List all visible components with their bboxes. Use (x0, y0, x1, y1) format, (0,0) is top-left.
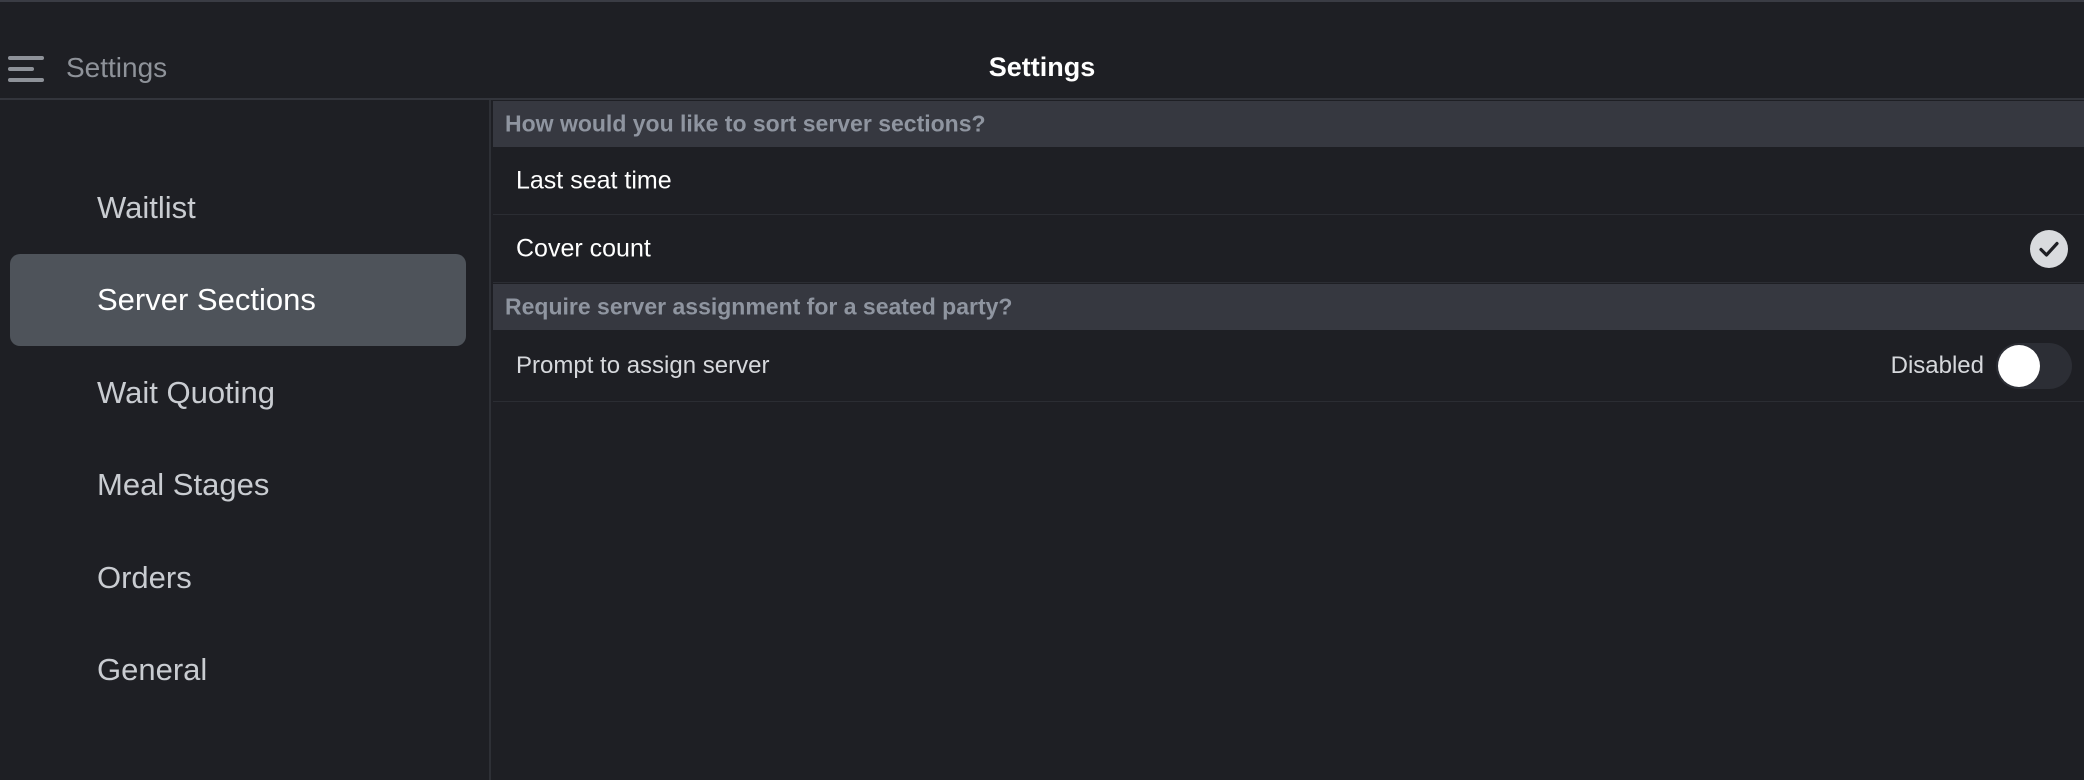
toggle-status-text: Disabled (1890, 351, 1984, 379)
sidebar-item-meal-stages[interactable]: Meal Stages (10, 439, 466, 531)
sort-section-header: How would you like to sort server sectio… (493, 101, 2084, 147)
sidebar-item-label: Orders (97, 560, 192, 595)
option-label: Last seat time (516, 166, 672, 194)
app-window: Settings Settings Waitlist Server Sectio… (0, 0, 2084, 780)
sidebar-item-waitlist[interactable]: Waitlist (10, 162, 466, 254)
sidebar-item-server-sections[interactable]: Server Sections (10, 254, 466, 346)
settings-sidebar: Waitlist Server Sections Wait Quoting Me… (0, 100, 491, 780)
assign-section-header: Require server assignment for a seated p… (493, 284, 2084, 330)
sidebar-item-orders[interactable]: Orders (10, 532, 466, 624)
sidebar-item-wait-quoting[interactable]: Wait Quoting (10, 347, 466, 439)
sidebar-item-label: General (97, 652, 208, 687)
section-header-text: Require server assignment for a seated p… (505, 293, 1013, 320)
section-header-text: How would you like to sort server sectio… (505, 110, 986, 137)
settings-content: How would you like to sort server sectio… (493, 100, 2084, 780)
option-last-seat-time[interactable]: Last seat time (493, 147, 2084, 215)
option-label: Cover count (516, 234, 651, 262)
sidebar-item-general[interactable]: General (10, 624, 466, 716)
toggle-knob (1998, 344, 2040, 387)
prompt-assign-server-toggle[interactable] (1996, 342, 2072, 389)
sidebar-item-label: Wait Quoting (97, 375, 276, 410)
top-bar: Settings Settings (0, 0, 2084, 100)
sidebar-item-label: Waitlist (97, 190, 196, 225)
toggle-group: Disabled (1891, 342, 2072, 390)
prompt-assign-server-row: Prompt to assign server Disabled (493, 330, 2084, 402)
sidebar-item-label: Meal Stages (97, 467, 270, 502)
checkmark-icon (2030, 229, 2068, 268)
page-title: Settings (988, 52, 1096, 82)
prompt-assign-server-label: Prompt to assign server (516, 351, 770, 379)
option-cover-count[interactable]: Cover count (493, 215, 2084, 283)
sidebar-item-label: Server Sections (97, 282, 316, 317)
